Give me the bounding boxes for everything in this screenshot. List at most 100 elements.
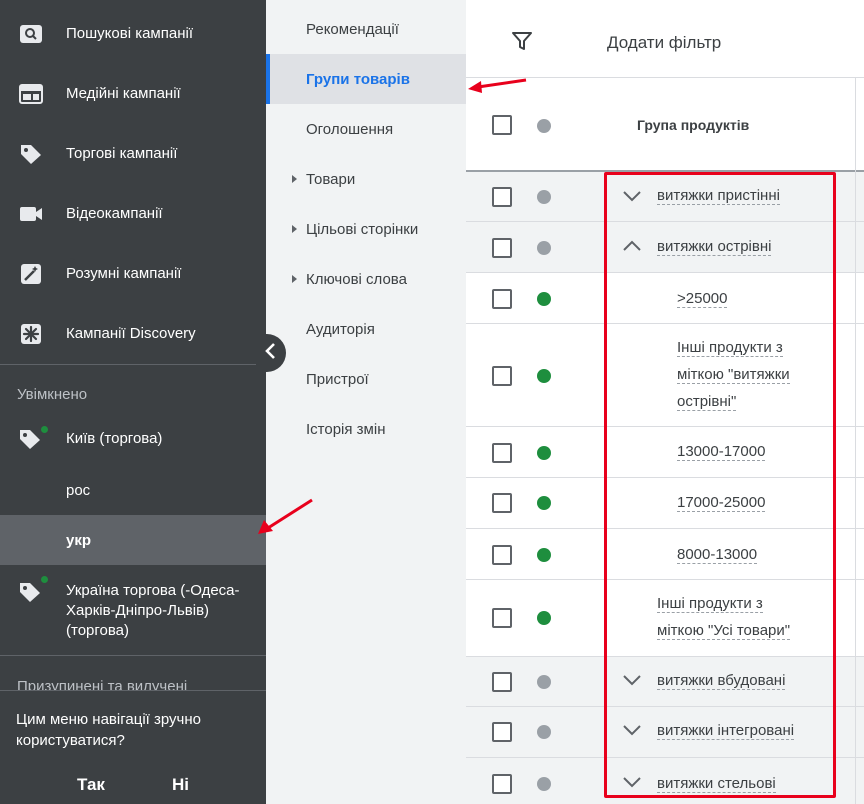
menu-label: Оголошення [306,120,394,138]
table-row[interactable]: витяжки вбудовані [466,657,864,707]
status-dot [537,190,551,204]
nav-label: Пошукові кампанії [66,25,193,42]
menu-label: Ключові слова [306,270,407,288]
adgroup-ros[interactable]: рос [0,465,266,515]
nav-shopping-campaigns[interactable]: Торгові кампанії [0,124,266,184]
chevron-down-icon[interactable] [622,776,642,788]
menu-label: Групи товарів [306,70,410,88]
chevron-up-icon[interactable] [622,240,642,252]
filter-funnel-icon[interactable] [511,30,533,57]
row-checkbox[interactable] [492,443,512,463]
menu-label: Історія змін [306,420,386,438]
nav-search-campaigns[interactable]: Пошукові кампанії [0,4,266,64]
column-divider [855,78,856,172]
product-group-name[interactable]: 17000-25000 [677,489,766,516]
row-checkbox[interactable] [492,774,512,794]
menu-label: Товари [306,170,356,188]
table-row[interactable]: Інші продукти з міткою "Усі товари" [466,580,864,657]
menu-audiences[interactable]: Аудиторія [266,304,466,354]
product-group-name[interactable]: 8000-13000 [677,541,758,568]
shopping-tag-icon [18,143,44,165]
video-camera-icon [18,203,44,225]
status-dot [537,369,551,383]
menu-products[interactable]: Товари [266,154,466,204]
chevron-left-icon [264,342,278,365]
product-group-name[interactable]: Інші продукти з міткою "витяжки острівні… [677,334,807,415]
expand-caret-icon [292,275,297,283]
chevron-down-icon[interactable] [622,724,642,736]
column-header-product-group[interactable]: Група продуктів [637,117,749,133]
menu-change-history[interactable]: Історія змін [266,404,466,454]
feedback-no-button[interactable]: Ні [172,775,189,795]
enabled-status-dot [40,425,49,434]
search-campaign-icon [18,23,44,45]
status-dot [537,725,551,739]
feedback-yes-button[interactable]: Так [77,775,105,795]
adgroup-label: укр [66,532,92,549]
row-checkbox[interactable] [492,366,512,386]
product-group-name[interactable]: витяжки стельові [657,770,776,797]
row-checkbox[interactable] [492,672,512,692]
chevron-down-icon[interactable] [622,190,642,202]
menu-label: Рекомендації [306,20,399,38]
sidebar-divider [0,655,266,656]
table-row[interactable]: витяжки інтегровані [466,707,864,758]
status-dot [537,548,551,562]
feedback-question: Цим меню навігації зручно користуватися? [16,711,201,749]
nav-label: Кампанії Discovery [66,325,196,342]
navigation-feedback-panel: Цим меню навігації зручно користуватися?… [0,690,266,804]
product-group-name[interactable]: Інші продукти з міткою "Усі товари" [657,590,807,644]
filter-bar: Додати фільтр [466,0,864,78]
display-campaign-icon [18,83,44,105]
menu-product-groups[interactable]: Групи товарів [266,54,466,104]
expand-caret-icon [292,175,297,183]
page-menu: Рекомендації Групи товарів Оголошення То… [266,0,466,804]
campaign-label: Україна торгова (-Одеса-Харків-Дніпро-Ль… [66,582,240,639]
row-checkbox[interactable] [492,493,512,513]
table-row[interactable]: 8000-13000 [466,529,864,580]
menu-devices[interactable]: Пристрої [266,354,466,404]
table-row[interactable]: 13000-17000 [466,427,864,478]
product-group-name[interactable]: витяжки пристінні [657,182,780,209]
nav-discovery-campaigns[interactable]: Кампанії Discovery [0,304,266,364]
menu-ads[interactable]: Оголошення [266,104,466,154]
expand-caret-icon [292,225,297,233]
row-checkbox[interactable] [492,722,512,742]
enabled-section-title: Увімкнено [17,386,88,403]
menu-recommendations[interactable]: Рекомендації [266,4,466,54]
table-row[interactable]: витяжки пристінні [466,172,864,222]
product-group-name[interactable]: витяжки вбудовані [657,667,786,694]
product-group-name[interactable]: витяжки інтегровані [657,717,795,744]
status-header-dot[interactable] [537,119,551,133]
product-group-name[interactable]: витяжки острівні [657,233,772,260]
table-row[interactable]: витяжки стельові [466,758,864,804]
campaign-ukraine-shopping[interactable]: Україна торгова (-Одеса-Харків-Дніпро-Ль… [0,567,266,655]
nav-smart-campaigns[interactable]: Розумні кампанії [0,244,266,304]
product-group-name[interactable]: >25000 [677,285,728,312]
table-row[interactable]: >25000 [466,273,864,324]
column-divider [855,172,856,804]
select-all-checkbox[interactable] [492,115,512,135]
menu-keywords[interactable]: Ключові слова [266,254,466,304]
chevron-down-icon[interactable] [622,674,642,686]
table-row[interactable]: Інші продукти з міткою "витяжки острівні… [466,324,864,427]
row-checkbox[interactable] [492,289,512,309]
row-checkbox[interactable] [492,608,512,628]
row-checkbox[interactable] [492,187,512,207]
row-checkbox[interactable] [492,238,512,258]
adgroup-ukr[interactable]: укр [0,515,266,565]
table-header-row: Група продуктів [466,78,864,172]
campaign-kyiv-shopping[interactable]: Київ (торгова) [0,414,266,464]
product-groups-table: Додати фільтр Група продуктів витяжки пр… [466,0,864,804]
menu-landing-pages[interactable]: Цільові сторінки [266,204,466,254]
table-row[interactable]: 17000-25000 [466,478,864,529]
campaign-navigation-sidebar: Пошукові кампанії Медійні кампанії Торго… [0,0,266,804]
add-filter-button[interactable]: Додати фільтр [607,33,721,53]
table-row[interactable]: витяжки острівні [466,222,864,273]
nav-display-campaigns[interactable]: Медійні кампанії [0,64,266,124]
nav-video-campaigns[interactable]: Відеокампанії [0,184,266,244]
row-checkbox[interactable] [492,545,512,565]
product-group-name[interactable]: 13000-17000 [677,438,766,465]
campaign-label: Київ (торгова) [66,430,163,447]
status-dot [537,611,551,625]
